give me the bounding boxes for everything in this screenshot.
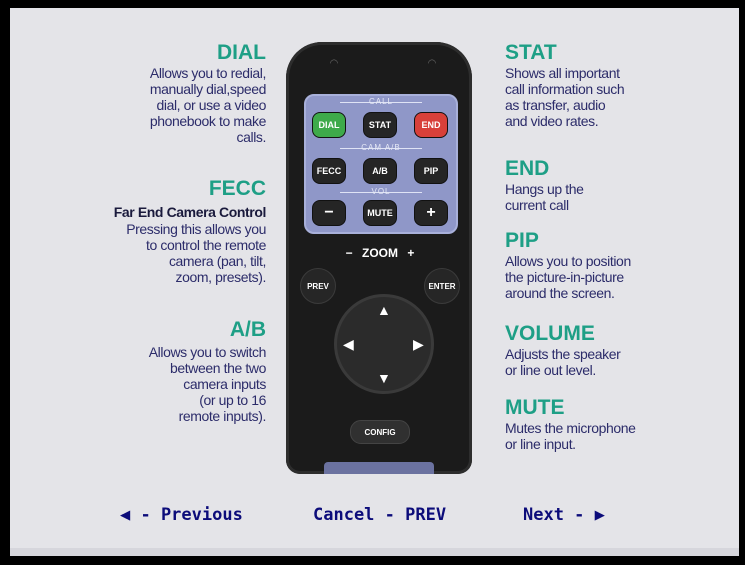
fecc-heading: FECC [208, 177, 266, 200]
zoom-text: ZOOM [362, 246, 398, 260]
end-heading: END [505, 157, 550, 180]
zoom-plus: + [407, 246, 415, 260]
dial-description: Allows you to redial, manually dial,spee… [149, 65, 267, 145]
previous-button[interactable]: ◀ - Previous [120, 505, 243, 525]
button-panel: CALL DIAL STAT END CAM A/B FECC A/B PIP … [304, 94, 458, 234]
mute-key: MUTE [363, 200, 397, 226]
right-arrow-icon: ▶ [413, 336, 424, 352]
pip-line-2: the picture-in-picture [505, 269, 624, 285]
down-arrow-icon: ▼ [377, 370, 391, 386]
fecc-key: FECC [312, 158, 346, 184]
enter-key: ENTER [424, 268, 460, 304]
stat-line-2: call information such [505, 81, 625, 97]
end-line-1: Hangs up the [505, 181, 584, 197]
volume-line-2: or line out level. [505, 362, 596, 378]
vol-group-label: VOL [371, 187, 391, 196]
help-screen: DIAL Allows you to redial, manually dial… [10, 8, 739, 556]
pip-description: Allows you to position the picture-in-pi… [505, 253, 631, 301]
fecc-line-4: zoom, presets). [175, 269, 267, 285]
cancel-button[interactable]: Cancel - PREV [313, 505, 446, 525]
volume-line-1: Adjusts the speaker [505, 346, 621, 362]
right-sensor-icon: ◠ [427, 58, 437, 69]
stat-line-3: as transfer, audio [505, 97, 606, 113]
mute-heading: MUTE [505, 396, 565, 419]
dial-line-4: phonebook to make [149, 113, 267, 129]
fecc-line-1: Pressing this allows you [126, 221, 266, 237]
stat-line-4: and video rates. [505, 113, 599, 129]
dial-line-1: Allows you to redial, [149, 65, 267, 81]
ab-line-5: remote inputs). [178, 408, 267, 424]
volume-heading: VOLUME [505, 322, 595, 345]
ab-line-3: camera inputs [183, 376, 266, 392]
volume-description: Adjusts the speaker or line out level. [505, 346, 621, 378]
stat-heading: STAT [505, 41, 557, 64]
ab-description: Allows you to switch between the two cam… [148, 344, 267, 424]
fecc-subtitle: Far End Camera Control [113, 204, 267, 220]
fecc-description: Pressing this allows you to control the … [126, 221, 266, 285]
config-key: CONFIG [350, 420, 410, 444]
ab-line-2: between the two [170, 360, 266, 376]
dial-heading: DIAL [217, 41, 266, 64]
dial-line-3: dial, or use a video [156, 97, 266, 113]
pip-line-1: Allows you to position [505, 253, 631, 269]
fecc-line-2: to control the remote [146, 237, 266, 253]
ab-key: A/B [363, 158, 397, 184]
navigation-pad: ▲ ▼ ◀ ▶ [334, 294, 434, 394]
zoom-minus: − [345, 246, 353, 260]
pip-heading: PIP [505, 229, 539, 252]
ab-heading: A/B [229, 318, 266, 341]
left-arrow-icon: ◀ [343, 336, 354, 352]
end-line-2: current call [505, 197, 569, 213]
mute-line-1: Mutes the microphone [505, 420, 636, 436]
up-arrow-icon: ▲ [377, 302, 391, 318]
pip-line-3: around the screen. [505, 285, 615, 301]
stat-description: Shows all important call information suc… [505, 65, 625, 129]
dial-key: DIAL [312, 112, 346, 138]
pip-key: PIP [414, 158, 448, 184]
mute-line-2: or line input. [505, 436, 576, 452]
dial-line-2: manually dial,speed [149, 81, 267, 97]
remote-bottom-band [324, 462, 434, 474]
zoom-label: − ZOOM + [332, 246, 428, 260]
end-key: END [414, 112, 448, 138]
end-description: Hangs up the current call [505, 181, 584, 213]
ab-line-1: Allows you to switch [148, 344, 267, 360]
call-group-label: CALL [368, 97, 393, 106]
cam-group-label: CAM A/B [361, 143, 401, 152]
volume-up-key: + [414, 200, 448, 226]
ab-line-4: (or up to 16 [199, 392, 266, 408]
fecc-line-3: camera (pan, tilt, [168, 253, 266, 269]
dial-line-5: calls. [236, 129, 267, 145]
bottom-strip [10, 548, 739, 556]
stat-line-1: Shows all important [505, 65, 620, 81]
stat-key: STAT [363, 112, 397, 138]
prev-key: PREV [300, 268, 336, 304]
left-sensor-icon: ◠ [329, 58, 339, 69]
remote-control-image: ◠ ◠ CALL DIAL STAT END CAM A/B FECC A/B … [286, 42, 472, 474]
next-button[interactable]: Next - ▶ [523, 505, 605, 525]
volume-down-key: − [312, 200, 346, 226]
mute-description: Mutes the microphone or line input. [505, 420, 636, 452]
